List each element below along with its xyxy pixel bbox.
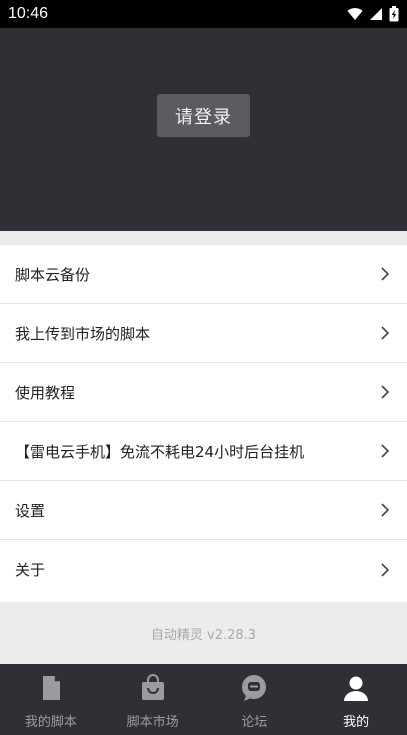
menu-item-settings[interactable]: 设置 [0,481,407,540]
menu-item-label: 使用教程 [15,383,76,402]
nav-label: 脚本市场 [126,715,179,730]
version-footer: 自动精灵 v2.28.3 [0,602,407,664]
menu-item-label: 【雷电云手机】免流不耗电24小时后台挂机 [15,442,305,461]
chevron-right-icon [381,385,390,399]
menu-item-label: 设置 [15,501,46,520]
nav-label: 论坛 [241,715,268,730]
shopping-bag-icon [141,674,164,700]
nav-tab-my-scripts[interactable]: 我的脚本 [0,664,102,735]
version-label: 自动精灵 v2.28.3 [150,627,257,643]
menu-item-about[interactable]: 关于 [0,540,407,599]
settings-menu: 脚本云备份 我上传到市场的脚本 使用教程 【雷电云手机】免流不耗电24小时后台挂… [0,245,407,602]
chevron-right-icon [381,267,390,281]
menu-item-cloud-phone-promo[interactable]: 【雷电云手机】免流不耗电24小时后台挂机 [0,422,407,481]
menu-item-my-uploaded-scripts[interactable]: 我上传到市场的脚本 [0,304,407,363]
nav-label: 我的 [343,715,370,730]
status-time: 10:46 [8,5,49,22]
status-bar: 10:46 [0,0,407,28]
wifi-icon [347,8,363,20]
login-button[interactable]: 请登录 [157,94,250,137]
chevron-right-icon [381,326,390,340]
nav-tab-script-market[interactable]: 脚本市场 [102,664,204,735]
nav-tab-mine[interactable]: 我的 [305,664,407,735]
battery-charging-icon [389,6,399,22]
nav-label: 我的脚本 [24,715,77,730]
bottom-nav: 我的脚本 脚本市场 论坛 我的 [0,664,407,735]
menu-item-tutorial[interactable]: 使用教程 [0,363,407,422]
chevron-right-icon [381,562,390,577]
chevron-right-icon [381,503,390,517]
profile-header: 请登录 [0,28,407,231]
document-icon [42,676,60,700]
chat-bubble-icon [242,675,267,701]
menu-item-cloud-backup[interactable]: 脚本云备份 [0,245,407,304]
chevron-right-icon [381,444,390,458]
section-divider [0,231,407,245]
menu-item-label: 关于 [15,561,46,579]
menu-item-label: 脚本云备份 [15,265,91,284]
status-icons [347,6,399,22]
person-icon [344,676,369,701]
menu-item-label: 我上传到市场的脚本 [15,324,151,343]
nav-tab-forum[interactable]: 论坛 [204,664,306,735]
cell-signal-icon [370,8,382,20]
